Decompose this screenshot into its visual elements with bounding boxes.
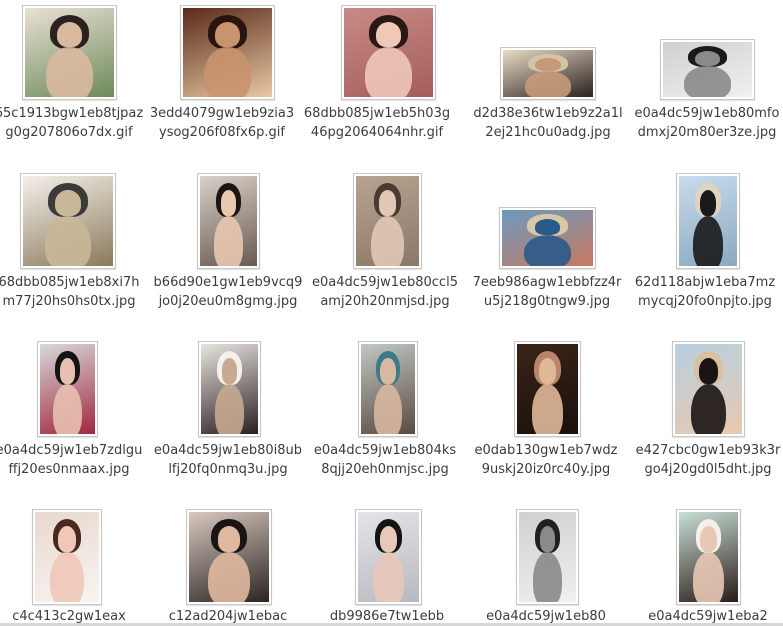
image-thumbnail[interactable] [180, 5, 275, 100]
file-name-label: 62d118abjw1eba7mzmycqj20fo0npjto.jpg [634, 275, 776, 309]
image-thumbnail[interactable] [514, 341, 581, 437]
photo-subject-body [365, 47, 412, 97]
photo-subject-face [57, 22, 82, 48]
image-thumbnail-icon [356, 176, 419, 266]
image-thumbnail-icon [40, 344, 95, 434]
photo-subject-face [539, 526, 556, 552]
photo-subject-body [213, 215, 244, 266]
image-thumbnail[interactable] [672, 341, 745, 437]
file-name-label: d2d38e36tw1eb9z2a1l2ej21hc0u0adg.jpg [473, 106, 623, 140]
photo-subject-body [523, 234, 572, 266]
image-thumbnail-icon [517, 344, 578, 434]
photo-subject-body [371, 215, 404, 266]
image-thumbnail-icon [679, 176, 737, 266]
file-name-label: 65c1913bgw1eb8tjpazg0g207806o7dx.gif [0, 106, 144, 140]
photo-subject-body [214, 383, 245, 434]
photo-subject-body [524, 70, 572, 97]
photo-subject-body [372, 551, 405, 602]
file-name-label: e0a4dc59jw1eb80mfodmxj20m80er3ze.jpg [634, 106, 780, 140]
photo-subject-face [378, 190, 397, 216]
photo-subject-face [380, 358, 396, 384]
image-thumbnail-icon [663, 42, 752, 97]
photo-subject-body [691, 383, 726, 434]
image-thumbnail-icon [519, 512, 576, 602]
photo-subject-face [699, 358, 718, 384]
photo-subject-face [699, 190, 717, 216]
photo-subject-face [59, 358, 76, 384]
photo-subject-body [204, 47, 251, 97]
photo-subject-body [208, 551, 250, 602]
file-name-label: 68dbb085jw1eb5h03g46pg2064064nhr.gif [303, 106, 451, 140]
image-thumbnail-icon [358, 512, 419, 602]
image-thumbnail-icon [502, 210, 593, 266]
photo-subject-face [534, 218, 561, 235]
image-thumbnail[interactable] [32, 509, 102, 605]
photo-subject-face [221, 358, 238, 384]
file-name-label: b66d90e1gw1eb9vcq9jo0j20eu0m8gmg.jpg [153, 275, 303, 309]
photo-subject-face [55, 190, 81, 216]
image-thumbnail[interactable] [22, 5, 117, 100]
file-name-label: e0a4dc59jw1eb804ks8qjj20eh0nmjsc.jpg [313, 443, 457, 477]
file-name-label: e0a4dc59jw1eb80i8ublfj20fq0nmq3u.jpg [153, 443, 303, 477]
file-name-label: e0a4dc59jw1eb80ccl5amj20h20nmjsd.jpg [312, 275, 458, 309]
image-thumbnail[interactable] [500, 47, 596, 100]
file-name-label: 68dbb085jw1eb8xi7hm77j20hs0hs0tx.jpg [0, 275, 140, 309]
image-thumbnail-icon [183, 8, 272, 97]
image-thumbnail-icon [679, 512, 738, 602]
image-thumbnail-icon [361, 344, 415, 434]
image-thumbnail-icon [503, 50, 593, 97]
image-thumbnail[interactable] [186, 509, 272, 605]
photo-subject-body [531, 383, 564, 434]
image-thumbnail[interactable] [198, 341, 261, 437]
file-name-label: e0dab130gw1eb7wdz9uskj20iz0rc40y.jpg [474, 443, 618, 477]
photo-subject-body [532, 551, 563, 602]
image-thumbnail-icon [675, 344, 742, 434]
photo-subject-face [217, 526, 241, 552]
image-thumbnail-icon [344, 8, 433, 97]
photo-subject-body [684, 66, 731, 97]
photo-subject-face [220, 190, 237, 216]
image-thumbnail-icon [201, 344, 258, 434]
image-thumbnail[interactable] [37, 341, 98, 437]
photo-subject-face [379, 526, 398, 552]
photo-subject-body [373, 383, 403, 434]
image-thumbnail-icon [23, 176, 113, 266]
file-name-label: 7eeb986agw1ebbfzz4ru5j218g0tngw9.jpg [472, 275, 622, 309]
photo-subject-face [535, 57, 561, 71]
photo-subject-face [700, 526, 717, 552]
image-thumbnail[interactable] [341, 5, 436, 100]
photo-subject-face [58, 526, 76, 552]
image-thumbnail-icon [35, 512, 99, 602]
photo-subject-body [53, 383, 82, 434]
image-thumbnail[interactable] [499, 207, 596, 269]
file-name-label: e427cbc0gw1eb93k3rgo4j20gd0l5dht.jpg [635, 443, 781, 477]
image-thumbnail-icon [200, 176, 257, 266]
file-name-label: 3edd4079gw1eb9zia3ysog206f08fx6p.gif [149, 106, 295, 140]
photo-subject-face [215, 22, 240, 48]
photo-subject-body [44, 215, 92, 266]
photo-subject-body [46, 47, 93, 97]
file-name-label: e0a4dc59jw1eb7zdlguffj20es0nmaax.jpg [0, 443, 143, 477]
photo-subject-face [538, 358, 557, 384]
image-thumbnail[interactable] [20, 173, 116, 269]
image-thumbnail[interactable] [660, 39, 755, 100]
image-thumbnail[interactable] [355, 509, 422, 605]
image-thumbnail[interactable] [358, 341, 418, 437]
image-thumbnail-icon [25, 8, 114, 97]
photo-subject-body [693, 551, 724, 602]
image-thumbnail[interactable] [197, 173, 260, 269]
photo-subject-face [695, 50, 720, 67]
image-thumbnail[interactable] [676, 173, 740, 269]
photo-subject-body [692, 215, 724, 266]
photo-subject-face [376, 22, 401, 48]
image-thumbnail[interactable] [353, 173, 422, 269]
image-thumbnail[interactable] [516, 509, 579, 605]
file-icon-grid: 65c1913bgw1eb8tjpazg0g207806o7dx.gif 3ed… [0, 0, 783, 626]
image-thumbnail[interactable] [676, 509, 741, 605]
image-thumbnail-icon [189, 512, 269, 602]
photo-subject-body [50, 551, 84, 602]
